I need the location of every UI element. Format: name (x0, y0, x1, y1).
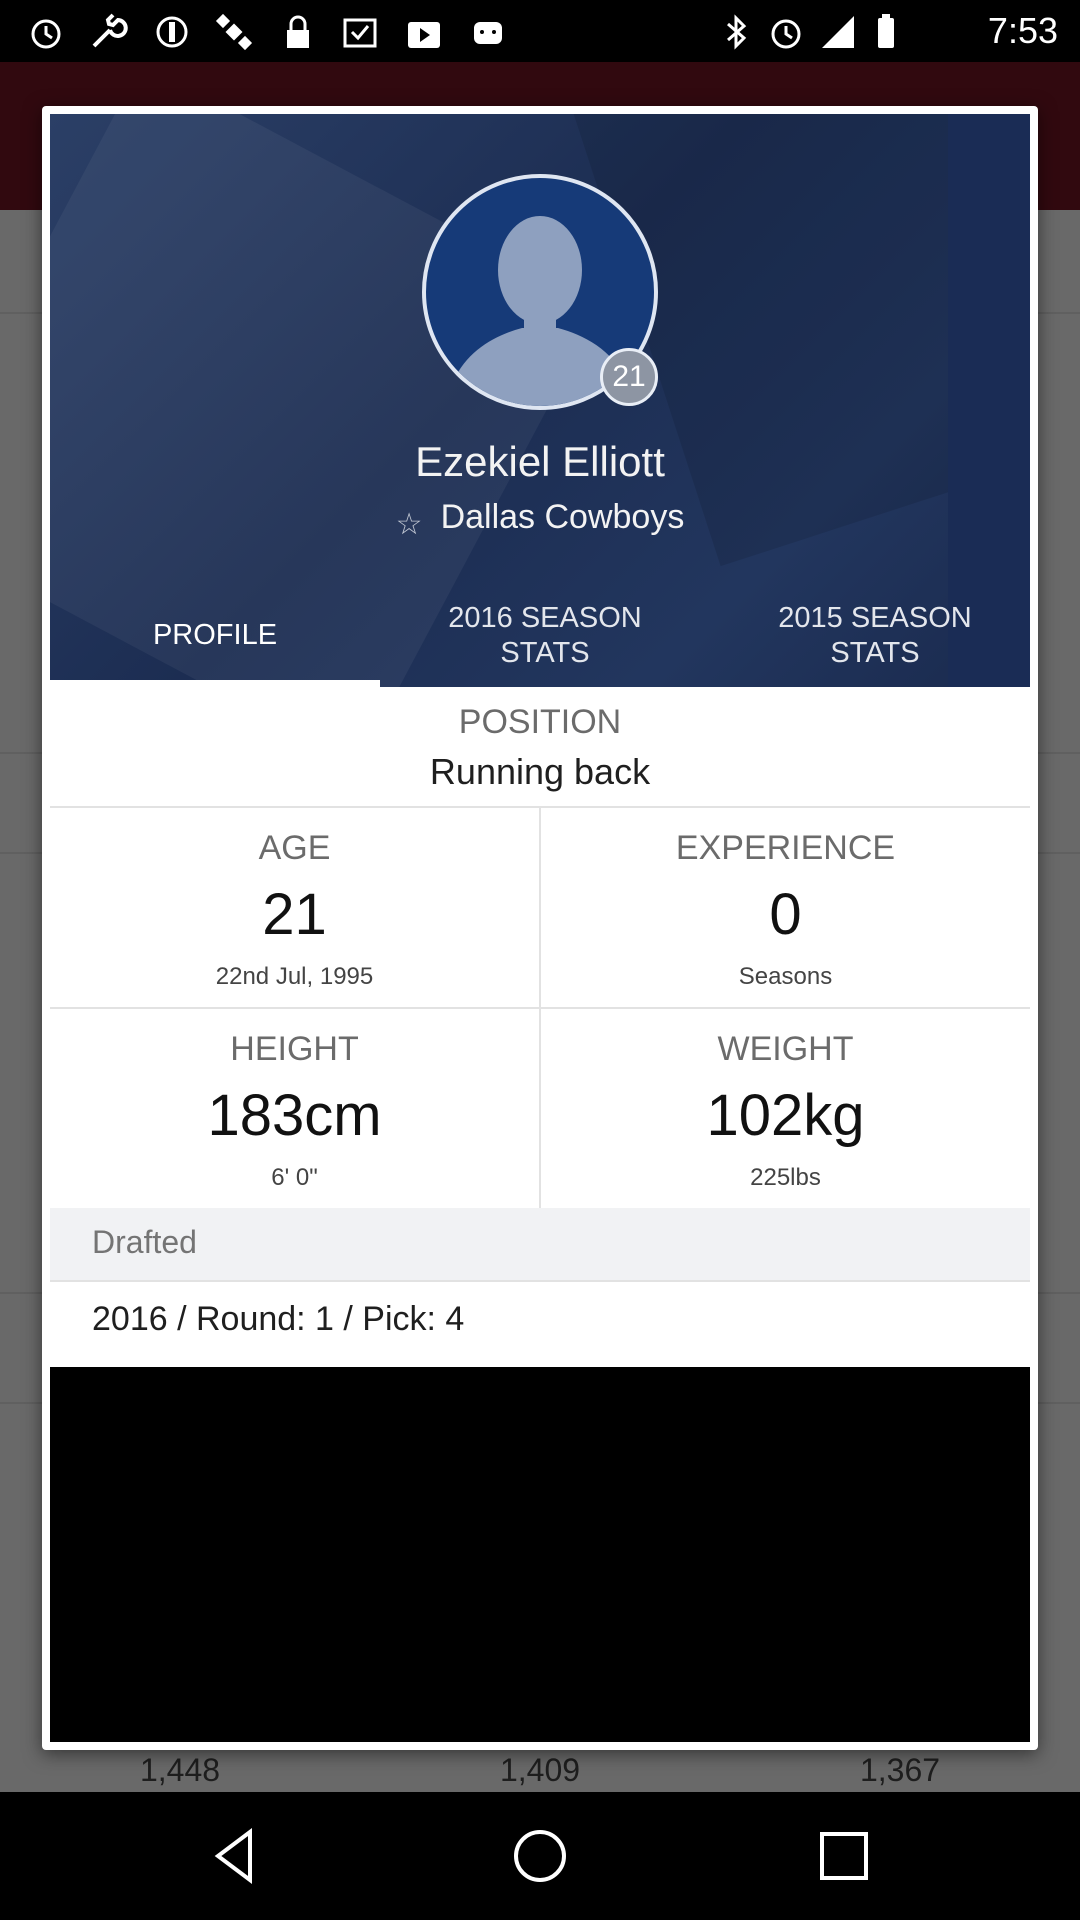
drafted-label: Drafted (92, 1224, 197, 1260)
height-value: 183cm (207, 1083, 382, 1148)
age-value: 21 (262, 882, 327, 947)
back-icon[interactable] (196, 1816, 276, 1896)
do-not-disturb-icon (156, 16, 188, 48)
drafted-header: Drafted (50, 1208, 1030, 1280)
position-value: Running back (429, 751, 651, 792)
height-label: HEIGHT (230, 1030, 359, 1068)
recents-icon[interactable] (804, 1816, 884, 1896)
background-value: 1,448 (139, 1752, 221, 1788)
birthdate: 22nd Jul, 1995 (215, 963, 374, 990)
weight-label: WEIGHT (717, 1030, 854, 1068)
tab-profile[interactable]: PROFILE (50, 584, 380, 687)
team-row: ☆ Dallas Cowboys (50, 498, 1030, 542)
weight-value: 102kg (706, 1083, 865, 1148)
player-avatar: 21 (422, 174, 658, 410)
tab-bar: PROFILE 2016 SEASON STATS 2015 SEASON ST… (50, 584, 1030, 687)
player-dialog: 21 Ezekiel Elliott ☆ Dallas Cowboys PROFI… (42, 106, 1038, 1750)
position-label: POSITION (458, 703, 622, 741)
player-header: 21 Ezekiel Elliott ☆ Dallas Cowboys PROFI… (50, 114, 1030, 687)
drafted-row: 2016 / Round: 1 / Pick: 4 (50, 1282, 1030, 1362)
satellite-icon (215, 13, 253, 51)
clock: 7:53 (987, 10, 1058, 51)
home-icon[interactable] (500, 1816, 580, 1896)
background-value: 1,409 (499, 1752, 581, 1788)
experience-label: EXPERIENCE (675, 829, 896, 867)
experience-value: 0 (769, 882, 802, 947)
signal-icon (822, 16, 854, 48)
play-store-icon (408, 22, 440, 48)
experience-unit: Seasons (738, 963, 833, 990)
weight-imperial: 225lbs (750, 1164, 821, 1191)
bluetooth-icon (727, 14, 747, 50)
navigation-bar (0, 1792, 1080, 1920)
height-imperial: 6' 0" (271, 1164, 318, 1191)
star-favorite-icon[interactable]: ☆ (396, 507, 423, 542)
age-label: AGE (258, 829, 331, 867)
drafted-value: 2016 / Round: 1 / Pick: 4 (92, 1300, 465, 1338)
tab-2015-season-stats[interactable]: 2015 SEASON STATS (710, 584, 1030, 687)
background-value: 1,367 (859, 1752, 941, 1788)
android-icon (474, 22, 502, 44)
wrench-icon (92, 13, 128, 48)
jersey-number-badge: 21 (600, 348, 658, 406)
battery-icon (878, 14, 894, 48)
alarm-icon (771, 19, 801, 49)
team-name: Dallas Cowboys (440, 498, 685, 536)
player-name: Ezekiel Elliott (415, 438, 665, 485)
inbox-check-icon (343, 18, 377, 48)
alarm-icon (31, 19, 61, 49)
tab-2016-season-stats[interactable]: 2016 SEASON STATS (380, 584, 710, 687)
tab-indicator (50, 680, 380, 687)
lock-icon (287, 15, 309, 48)
status-bar: 7:53 (0, 0, 1080, 62)
